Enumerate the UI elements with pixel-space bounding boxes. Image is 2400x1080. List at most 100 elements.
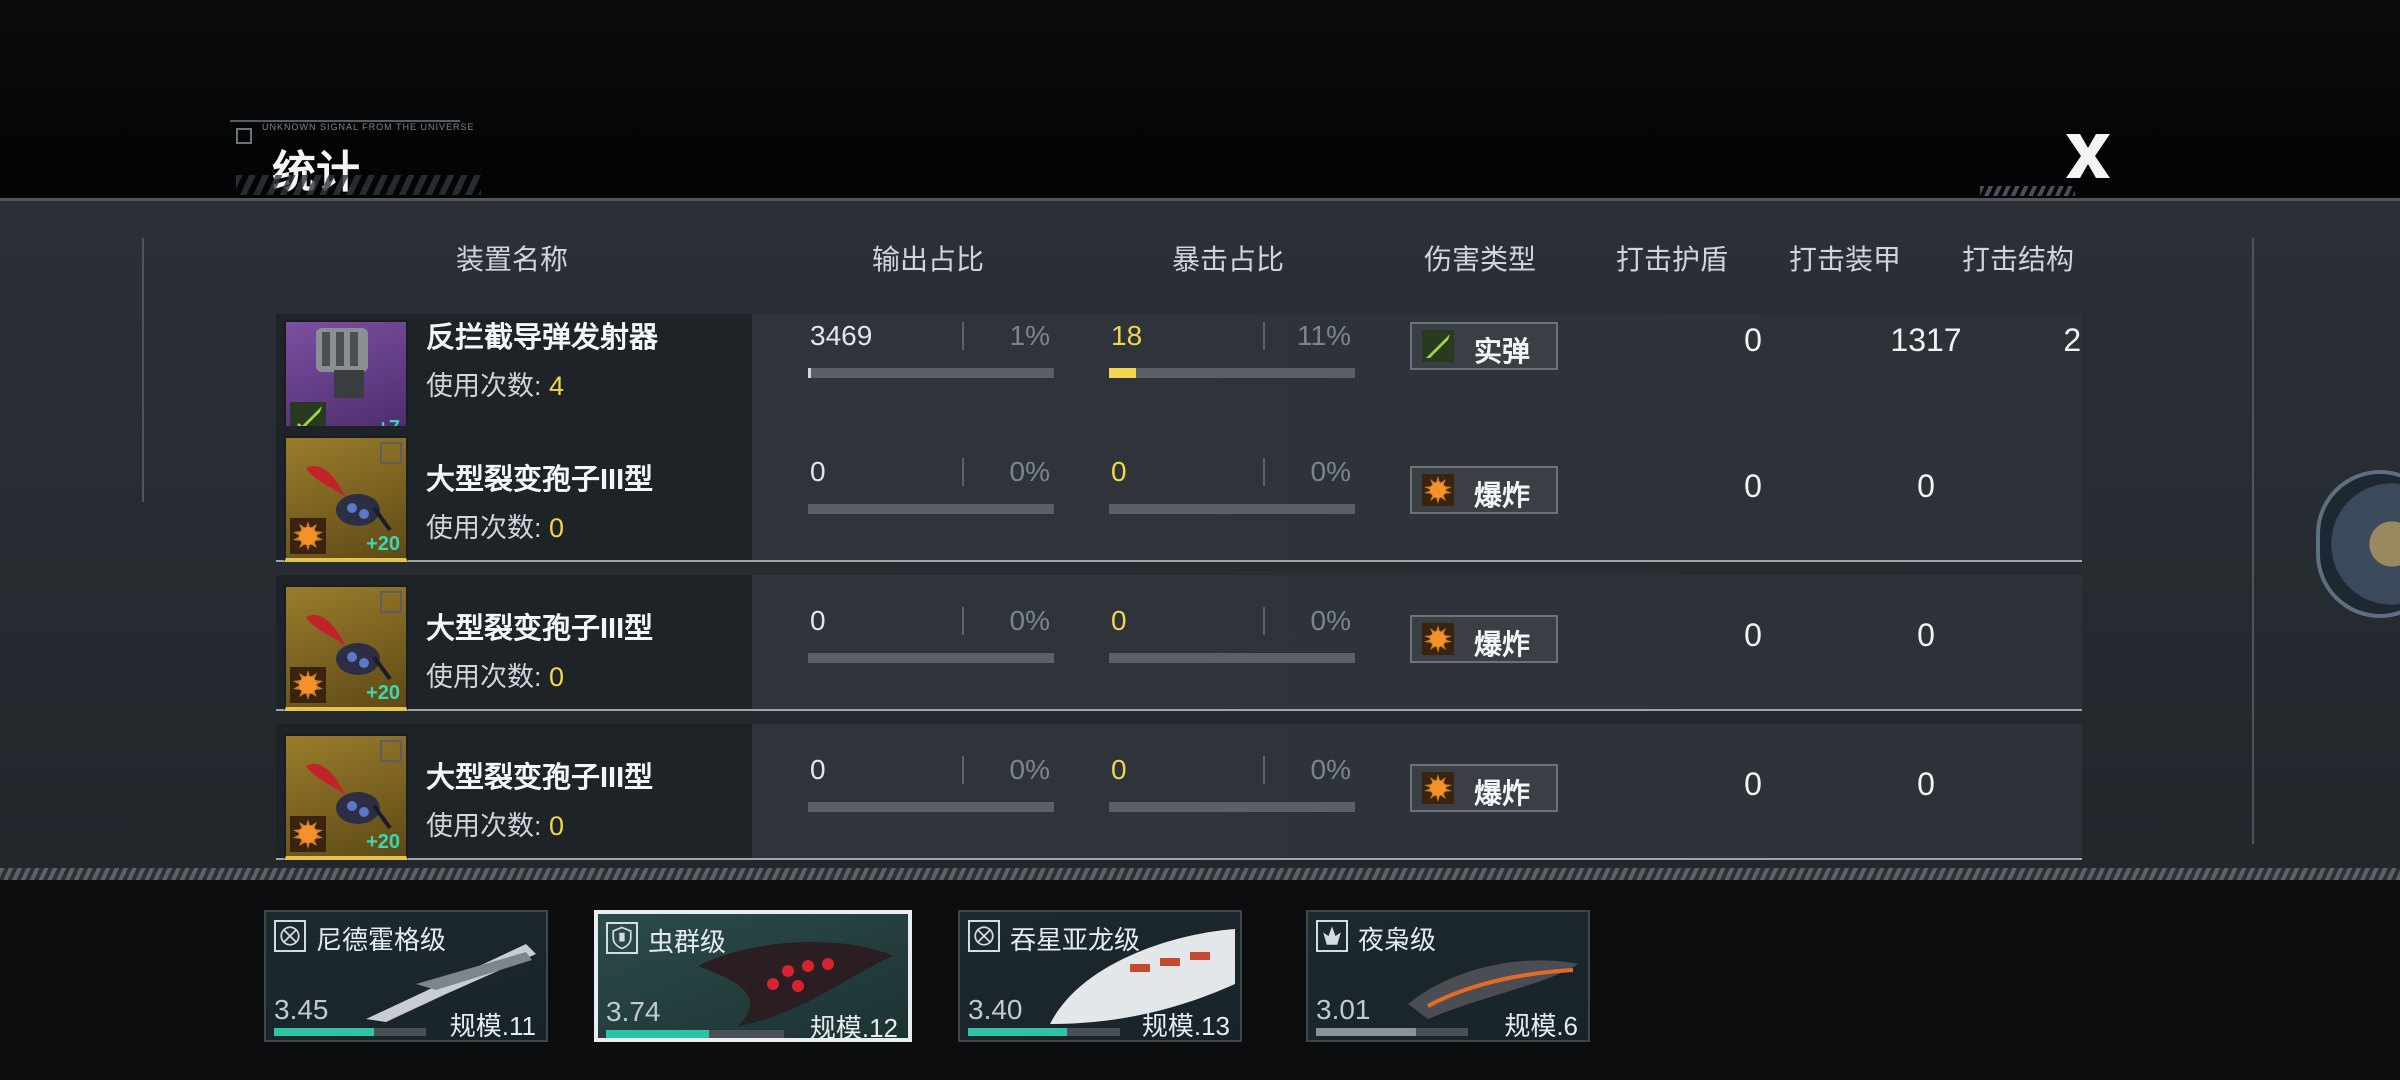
use-count-value: 0 xyxy=(549,811,565,841)
output-bar xyxy=(808,802,1054,812)
device-icon: +20 xyxy=(284,436,408,562)
ship-card[interactable]: 尼德霍格级 3.45 规模.11 xyxy=(264,910,548,1042)
damage-type-badge[interactable]: 爆炸 xyxy=(1410,764,1558,812)
col-header-output-share: 输出占比 xyxy=(871,244,984,275)
hit-structure-value: 0 xyxy=(2019,766,2082,803)
title-stripes xyxy=(236,175,481,195)
device-name: 大型裂变孢子III型 xyxy=(426,613,654,645)
use-count: 使用次数: 0 xyxy=(426,513,565,543)
use-count-value: 0 xyxy=(549,513,565,543)
explosion-icon xyxy=(290,816,326,852)
device-name: 大型裂变孢子III型 xyxy=(426,464,654,496)
ship-score: 3.74 xyxy=(606,996,661,1027)
grid-icon xyxy=(380,591,402,613)
output-percent: 0% xyxy=(1009,456,1050,487)
output-bar xyxy=(808,653,1054,663)
ship-score-bar xyxy=(274,1028,426,1036)
table-row[interactable]: +20 大型裂变孢子III型 使用次数: 0 0 0% 0 0% 爆炸 0 0 … xyxy=(276,724,2082,860)
ship-card-selected[interactable]: 虫群级 3.74 规模.12 xyxy=(594,910,912,1042)
crit-share: 0 0% xyxy=(1109,754,1355,814)
ship-scale: 规模.6 xyxy=(1504,1011,1578,1041)
wing-icon xyxy=(1316,920,1348,952)
header-deco-text: UNKNOWN SIGNAL FROM THE UNIVERSE xyxy=(262,122,475,132)
use-count: 使用次数: 0 xyxy=(426,662,565,692)
device-level: +20 xyxy=(366,682,400,704)
output-share: 3469 1% xyxy=(808,320,1054,380)
kinetic-icon xyxy=(1422,330,1454,362)
col-header-hit-structure: 打击结构 xyxy=(1961,244,2074,275)
close-button[interactable] xyxy=(2060,128,2116,184)
hit-structure-value: 0 xyxy=(2019,617,2082,654)
ship-scale: 规模.11 xyxy=(449,1011,536,1041)
ship-score: 3.01 xyxy=(1316,994,1371,1025)
crit-value: 18 xyxy=(1111,320,1143,351)
hit-armor-value: 0 xyxy=(1917,468,1935,504)
header-corner-icon xyxy=(236,128,252,144)
crit-share: 0 0% xyxy=(1109,605,1355,665)
crit-bar xyxy=(1109,802,1355,812)
ship-card[interactable]: 夜枭级 3.01 规模.6 xyxy=(1306,910,1590,1042)
crit-bar xyxy=(1109,368,1355,378)
crit-value: 0 xyxy=(1111,754,1127,785)
explosion-icon xyxy=(290,667,326,703)
output-value: 3469 xyxy=(810,320,873,351)
col-header-damage-type: 伤害类型 xyxy=(1423,244,1536,275)
hit-shield-value: 0 xyxy=(1744,617,1762,653)
target-icon xyxy=(274,920,306,952)
table-row[interactable]: +20 大型裂变孢子III型 使用次数: 0 0 0% 0 0% 爆炸 0 0 … xyxy=(276,575,2082,711)
device-name: 反拦截导弹发射器 xyxy=(426,322,659,354)
damage-type-badge[interactable]: 爆炸 xyxy=(1410,615,1558,663)
use-count-value: 0 xyxy=(549,662,565,692)
crit-percent: 11% xyxy=(1297,320,1351,351)
shield-icon xyxy=(606,922,638,954)
table-header: 装置名称 输出占比 暴击占比 伤害类型 打击护盾 打击装甲 打击结构 xyxy=(0,238,2400,282)
ship-card[interactable]: 吞星亚龙级 3.40 规模.13 xyxy=(958,910,1242,1042)
hit-structure-value: 0 xyxy=(2019,468,2082,505)
damage-type-label: 爆炸 xyxy=(1474,778,1531,809)
grid-icon xyxy=(380,442,402,464)
crit-value: 0 xyxy=(1111,605,1127,636)
use-count: 使用次数: 4 xyxy=(426,371,565,401)
col-header-hit-shield: 打击护盾 xyxy=(1615,244,1728,275)
bottom-divider xyxy=(0,868,2400,880)
damage-type-label: 实弹 xyxy=(1474,336,1531,367)
output-percent: 0% xyxy=(1009,754,1050,785)
ship-score-bar xyxy=(606,1030,784,1038)
ship-score: 3.40 xyxy=(968,994,1023,1025)
explosion-icon xyxy=(290,518,326,554)
crit-share: 18 11% xyxy=(1109,320,1355,380)
crit-percent: 0% xyxy=(1310,605,1351,636)
target-icon xyxy=(968,920,1000,952)
crit-bar xyxy=(1109,504,1355,514)
stats-table-body[interactable]: +7 反拦截导弹发射器 使用次数: 4 3469 1% 18 11% 实弹 0 … xyxy=(276,314,2082,860)
damage-type-label: 爆炸 xyxy=(1474,480,1531,511)
explosion-icon xyxy=(1422,474,1454,506)
col-header-hit-armor: 打击装甲 xyxy=(1788,244,1901,275)
use-count: 使用次数: 0 xyxy=(426,811,565,841)
hit-shield-value: 0 xyxy=(1744,766,1762,802)
ship-scale: 规模.12 xyxy=(809,1013,898,1042)
ship-scale: 规模.13 xyxy=(1141,1011,1230,1041)
crit-percent: 0% xyxy=(1310,754,1351,785)
close-stripes xyxy=(1980,186,2075,196)
table-row[interactable]: +20 大型裂变孢子III型 使用次数: 0 0 0% 0 0% 爆炸 0 0 … xyxy=(276,426,2082,562)
damage-type-badge[interactable]: 实弹 xyxy=(1410,322,1558,370)
device-icon: +20 xyxy=(284,585,408,711)
crit-bar xyxy=(1109,653,1355,663)
damage-type-badge[interactable]: 爆炸 xyxy=(1410,466,1558,514)
hit-armor-value: 0 xyxy=(1917,766,1935,802)
use-count-value: 4 xyxy=(549,371,565,401)
device-name: 大型裂变孢子III型 xyxy=(426,762,654,794)
output-bar xyxy=(808,368,1054,378)
output-value: 0 xyxy=(810,456,826,487)
output-bar xyxy=(808,504,1054,514)
hit-shield-value: 0 xyxy=(1744,322,1762,358)
close-icon xyxy=(2066,134,2110,178)
ship-score-bar xyxy=(968,1028,1120,1036)
grid-icon xyxy=(380,740,402,762)
col-header-device-name: 装置名称 xyxy=(455,244,568,275)
hit-shield-value: 0 xyxy=(1744,468,1762,504)
ship-score-bar xyxy=(1316,1028,1468,1036)
crit-value: 0 xyxy=(1111,456,1127,487)
hit-armor-value: 0 xyxy=(1917,617,1935,653)
